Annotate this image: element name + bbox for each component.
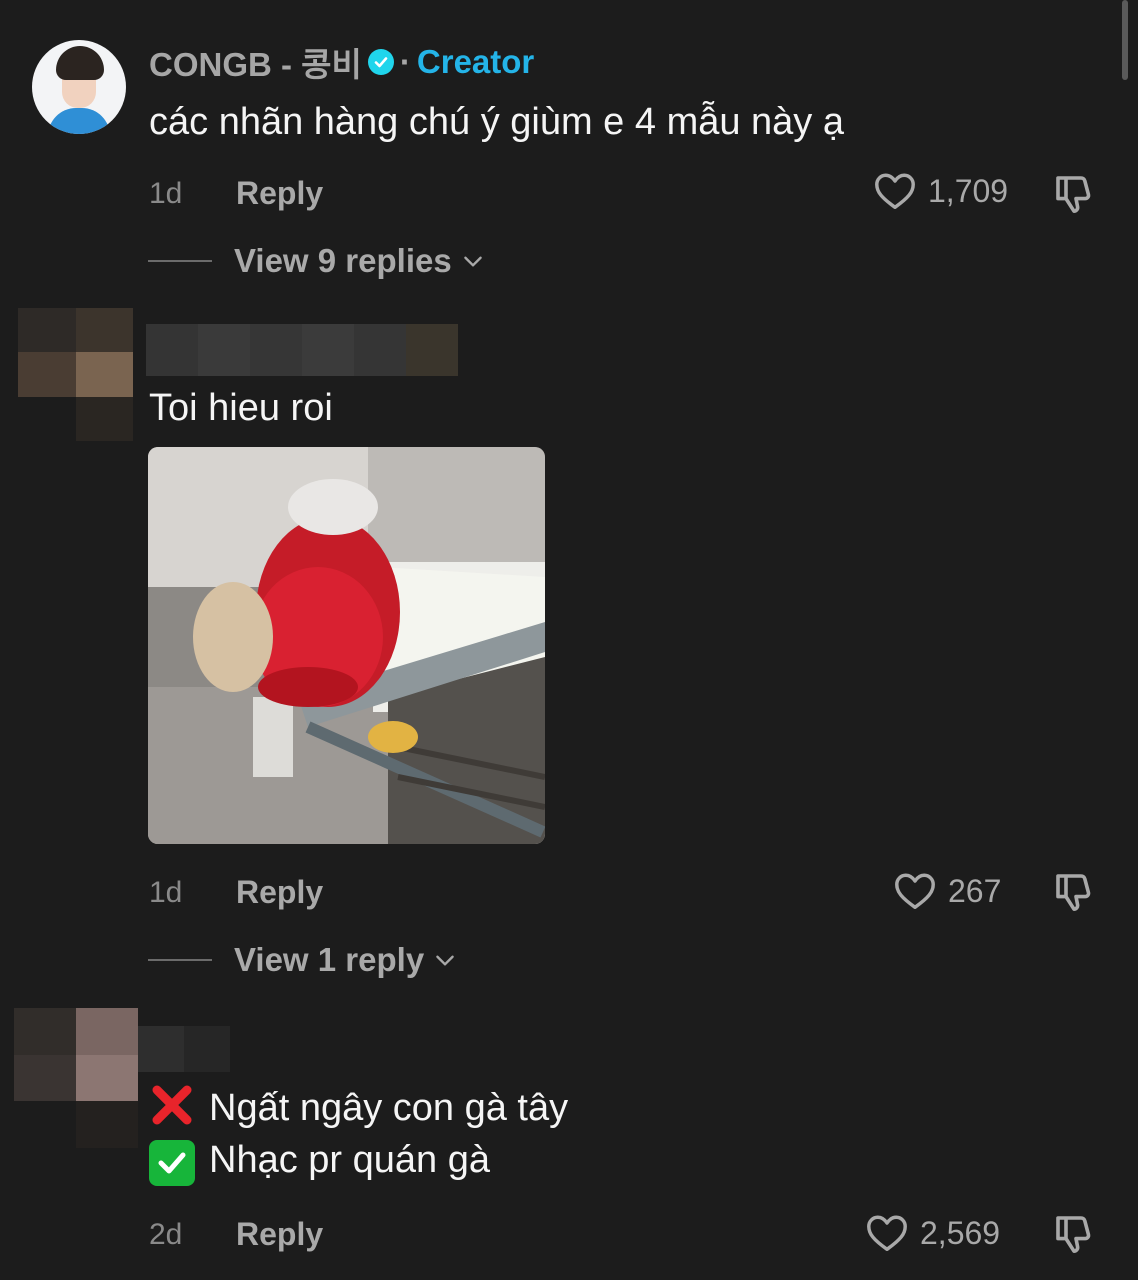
check-mark-icon — [149, 1140, 195, 1186]
chevron-down-icon — [463, 256, 482, 267]
like-count: 1,709 — [928, 172, 1009, 209]
like-button[interactable]: 1,709 — [872, 168, 1008, 214]
like-count: 267 — [948, 872, 1002, 909]
chevron-down-icon — [436, 955, 454, 966]
comment-timestamp: 2d — [149, 1218, 183, 1251]
comment-line-text: Nhạc pr quán gà — [209, 1139, 490, 1181]
view-replies-label: View 9 replies — [234, 242, 452, 279]
comment-text: các nhãn hàng chú ý giùm e 4 mẫu này ạ — [149, 101, 845, 143]
comment-image[interactable] — [148, 447, 545, 844]
avatar-pixelated[interactable] — [18, 308, 133, 441]
heart-icon — [875, 173, 915, 210]
reply-button[interactable]: Reply — [236, 874, 323, 911]
like-count: 2,569 — [920, 1214, 1001, 1251]
comments-screen: CONGB - 콩비 · Creator các nhãn hàng chú ý… — [0, 0, 1138, 1280]
username-redacted[interactable] — [138, 1026, 230, 1072]
cross-mark-icon — [149, 1082, 195, 1128]
reply-button[interactable]: Reply — [236, 175, 323, 212]
reply-button[interactable]: Reply — [236, 1216, 323, 1253]
comment-username[interactable]: CONGB - 콩비 — [149, 38, 362, 86]
username-redacted[interactable] — [146, 324, 458, 376]
dislike-icon[interactable] — [1050, 170, 1098, 218]
comment-timestamp: 1d — [149, 177, 183, 210]
like-button[interactable]: 267 — [892, 868, 1001, 914]
comment-text: Toi hieu roi — [149, 387, 333, 429]
thread-line — [148, 959, 212, 961]
like-button[interactable]: 2,569 — [864, 1210, 1000, 1256]
comment-line-2: Nhạc pr quán gà — [149, 1138, 490, 1186]
separator-dot: · — [399, 43, 411, 80]
dislike-icon[interactable] — [1050, 868, 1098, 916]
view-replies-label: View 1 reply — [234, 941, 425, 978]
heart-icon — [867, 1215, 907, 1252]
verified-badge-icon — [367, 49, 394, 75]
comment-timestamp: 1d — [149, 876, 183, 909]
dislike-icon[interactable] — [1050, 1210, 1098, 1258]
thread-line — [148, 260, 212, 262]
view-replies-button[interactable]: View 9 replies — [148, 242, 486, 280]
avatar-pixelated[interactable] — [14, 1008, 138, 1148]
meme-photo-image — [148, 447, 545, 844]
heart-icon — [895, 873, 935, 910]
comment-line-text: Ngất ngây con gà tây — [209, 1087, 569, 1129]
scrollbar[interactable] — [1122, 0, 1128, 80]
comment-line-1: Ngất ngây con gà tây — [149, 1082, 568, 1132]
avatar[interactable] — [32, 40, 126, 134]
view-replies-button[interactable]: View 1 reply — [148, 941, 458, 979]
creator-label: Creator — [416, 43, 535, 80]
comment-author-row: CONGB - 콩비 · Creator — [149, 42, 535, 83]
